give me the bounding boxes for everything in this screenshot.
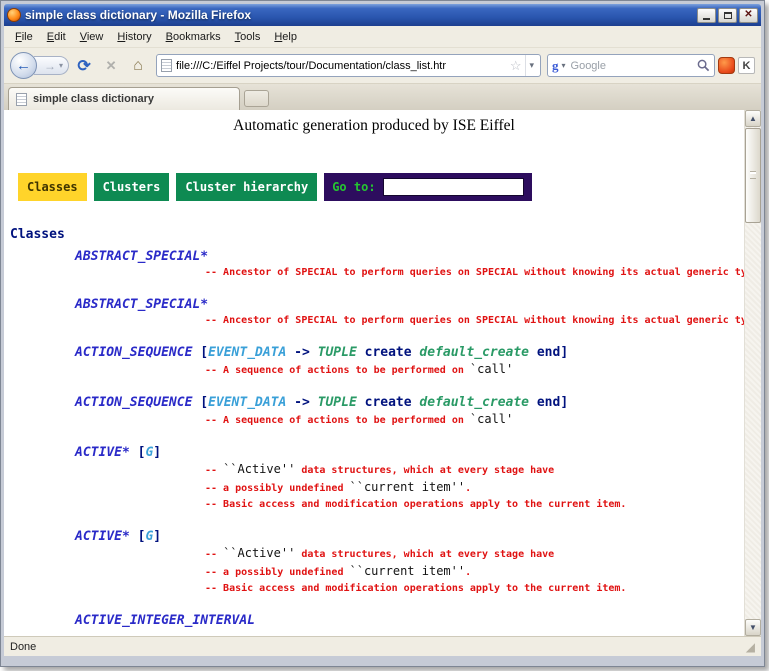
class-list: ABSTRACT_SPECIAL*-- Ancestor of SPECIAL … — [4, 249, 744, 629]
menu-item-view[interactable]: View — [73, 28, 111, 46]
url-bar[interactable]: ☆ ▾ — [156, 54, 541, 77]
menu-item-tools[interactable]: Tools — [228, 28, 268, 46]
class-entry: ABSTRACT_SPECIAL*-- Ancestor of SPECIAL … — [4, 249, 744, 281]
class-comment: -- A sequence of actions to be performed… — [205, 411, 744, 429]
class-comment: -- ``Active'' data structures, which at … — [205, 461, 744, 479]
google-engine-icon[interactable]: g — [552, 58, 559, 74]
class-comment: -- a possibly undefined ``current item''… — [205, 563, 744, 581]
scroll-down-button[interactable]: ▼ — [745, 619, 761, 636]
section-title: Classes — [10, 227, 744, 243]
scrollbar-track[interactable] — [745, 127, 761, 619]
class-entry: ACTION_SEQUENCE [EVENT_DATA -> TUPLE cre… — [4, 395, 744, 429]
stop-button[interactable]: ✕ — [99, 54, 123, 78]
scrollbar-thumb[interactable] — [745, 128, 761, 223]
classes-button[interactable]: Classes — [18, 173, 87, 201]
class-link[interactable]: ACTION_SEQUENCE [EVENT_DATA -> TUPLE cre… — [75, 395, 744, 411]
class-comment: -- Basic access and modification operati… — [205, 581, 744, 597]
back-icon: ← — [16, 57, 31, 74]
menubar: FileEditViewHistoryBookmarksToolsHelp — [4, 26, 761, 48]
firefox-window: simple class dictionary - Mozilla Firefo… — [0, 0, 765, 667]
menu-item-help[interactable]: Help — [267, 28, 304, 46]
forward-button[interactable]: → — [44, 59, 56, 73]
class-entry: ACTION_SEQUENCE [EVENT_DATA -> TUPLE cre… — [4, 345, 744, 379]
maximize-button[interactable] — [718, 8, 737, 23]
class-entry: ACTIVE_INTEGER_INTERVAL — [4, 613, 744, 629]
tab-simple-class-dictionary[interactable]: simple class dictionary — [8, 87, 240, 110]
new-tab-button[interactable] — [244, 90, 269, 107]
window-controls: ✕ — [695, 8, 758, 23]
status-text: Done — [10, 641, 36, 653]
class-comment: -- Ancestor of SPECIAL to perform querie… — [205, 265, 744, 281]
close-button[interactable]: ✕ — [739, 8, 758, 23]
addon-icon-orange[interactable] — [718, 57, 735, 74]
class-link[interactable]: ACTIVE* [G] — [75, 445, 744, 461]
forward-button-group: → ▾ — [34, 56, 69, 75]
document-page: Automatic generation produced by ISE Eif… — [4, 110, 744, 636]
class-comment: -- a possibly undefined ``current item''… — [205, 479, 744, 497]
menu-item-bookmarks[interactable]: Bookmarks — [159, 28, 228, 46]
search-magnifier-icon[interactable] — [697, 59, 710, 72]
search-input[interactable] — [569, 59, 694, 73]
clusters-button[interactable]: Clusters — [94, 173, 170, 201]
bookmark-star-icon[interactable]: ☆ — [510, 58, 522, 74]
doc-nav-row: Classes Clusters Cluster hierarchy Go to… — [18, 173, 744, 201]
close-icon: ✕ — [744, 10, 752, 20]
home-button[interactable]: ⌂ — [126, 54, 150, 78]
url-input[interactable] — [176, 60, 506, 72]
history-dropdown-icon[interactable]: ▾ — [59, 61, 63, 70]
navigation-toolbar: ← → ▾ ⟳ ✕ ⌂ ☆ ▾ g ▾ K — [4, 48, 761, 84]
goto-input[interactable] — [383, 178, 524, 196]
class-entry: ACTIVE* [G]-- ``Active'' data structures… — [4, 445, 744, 513]
class-comment: -- Basic access and modification operati… — [205, 497, 744, 513]
window-title: simple class dictionary - Mozilla Firefo… — [25, 8, 691, 22]
goto-label: Go to: — [332, 180, 375, 194]
minimize-icon — [703, 18, 710, 20]
page-heading: Automatic generation produced by ISE Eif… — [4, 117, 744, 135]
class-link[interactable]: ACTIVE_INTEGER_INTERVAL — [75, 613, 744, 629]
class-link[interactable]: ABSTRACT_SPECIAL* — [75, 249, 744, 265]
class-comment: -- A sequence of actions to be performed… — [205, 361, 744, 379]
firefox-app-icon — [7, 8, 21, 22]
goto-box: Go to: — [324, 173, 531, 201]
class-link[interactable]: ABSTRACT_SPECIAL* — [75, 297, 744, 313]
cluster-hierarchy-button[interactable]: Cluster hierarchy — [176, 173, 317, 201]
addon-icon-k[interactable]: K — [738, 57, 755, 74]
url-dropdown-icon[interactable]: ▾ — [525, 55, 537, 76]
minimize-button[interactable] — [697, 8, 716, 23]
back-button[interactable]: ← — [10, 52, 37, 79]
maximize-icon — [724, 12, 732, 19]
resize-grip[interactable]: ◢ — [746, 641, 755, 653]
page-favicon-icon — [161, 59, 172, 72]
class-link[interactable]: ACTION_SEQUENCE [EVENT_DATA -> TUPLE cre… — [75, 345, 744, 361]
tab-label: simple class dictionary — [33, 93, 154, 105]
class-comment: -- Ancestor of SPECIAL to perform querie… — [205, 313, 744, 329]
content-area: Automatic generation produced by ISE Eif… — [4, 110, 761, 636]
vertical-scrollbar[interactable]: ▲ ▼ — [744, 110, 761, 636]
status-bar: Done ◢ — [4, 636, 761, 656]
class-entry: ABSTRACT_SPECIAL*-- Ancestor of SPECIAL … — [4, 297, 744, 329]
refresh-button[interactable]: ⟳ — [72, 54, 96, 78]
class-comment: -- ``Active'' data structures, which at … — [205, 545, 744, 563]
tab-bar: simple class dictionary — [4, 84, 761, 110]
menu-item-edit[interactable]: Edit — [40, 28, 73, 46]
titlebar[interactable]: simple class dictionary - Mozilla Firefo… — [4, 4, 761, 26]
scroll-up-button[interactable]: ▲ — [745, 110, 761, 127]
menu-item-history[interactable]: History — [110, 28, 158, 46]
menu-item-file[interactable]: File — [8, 28, 40, 46]
class-link[interactable]: ACTIVE* [G] — [75, 529, 744, 545]
class-entry: ACTIVE* [G]-- ``Active'' data structures… — [4, 529, 744, 597]
search-engine-dropdown-icon[interactable]: ▾ — [562, 61, 566, 70]
tab-page-icon — [16, 93, 27, 106]
search-box[interactable]: g ▾ — [547, 54, 715, 77]
